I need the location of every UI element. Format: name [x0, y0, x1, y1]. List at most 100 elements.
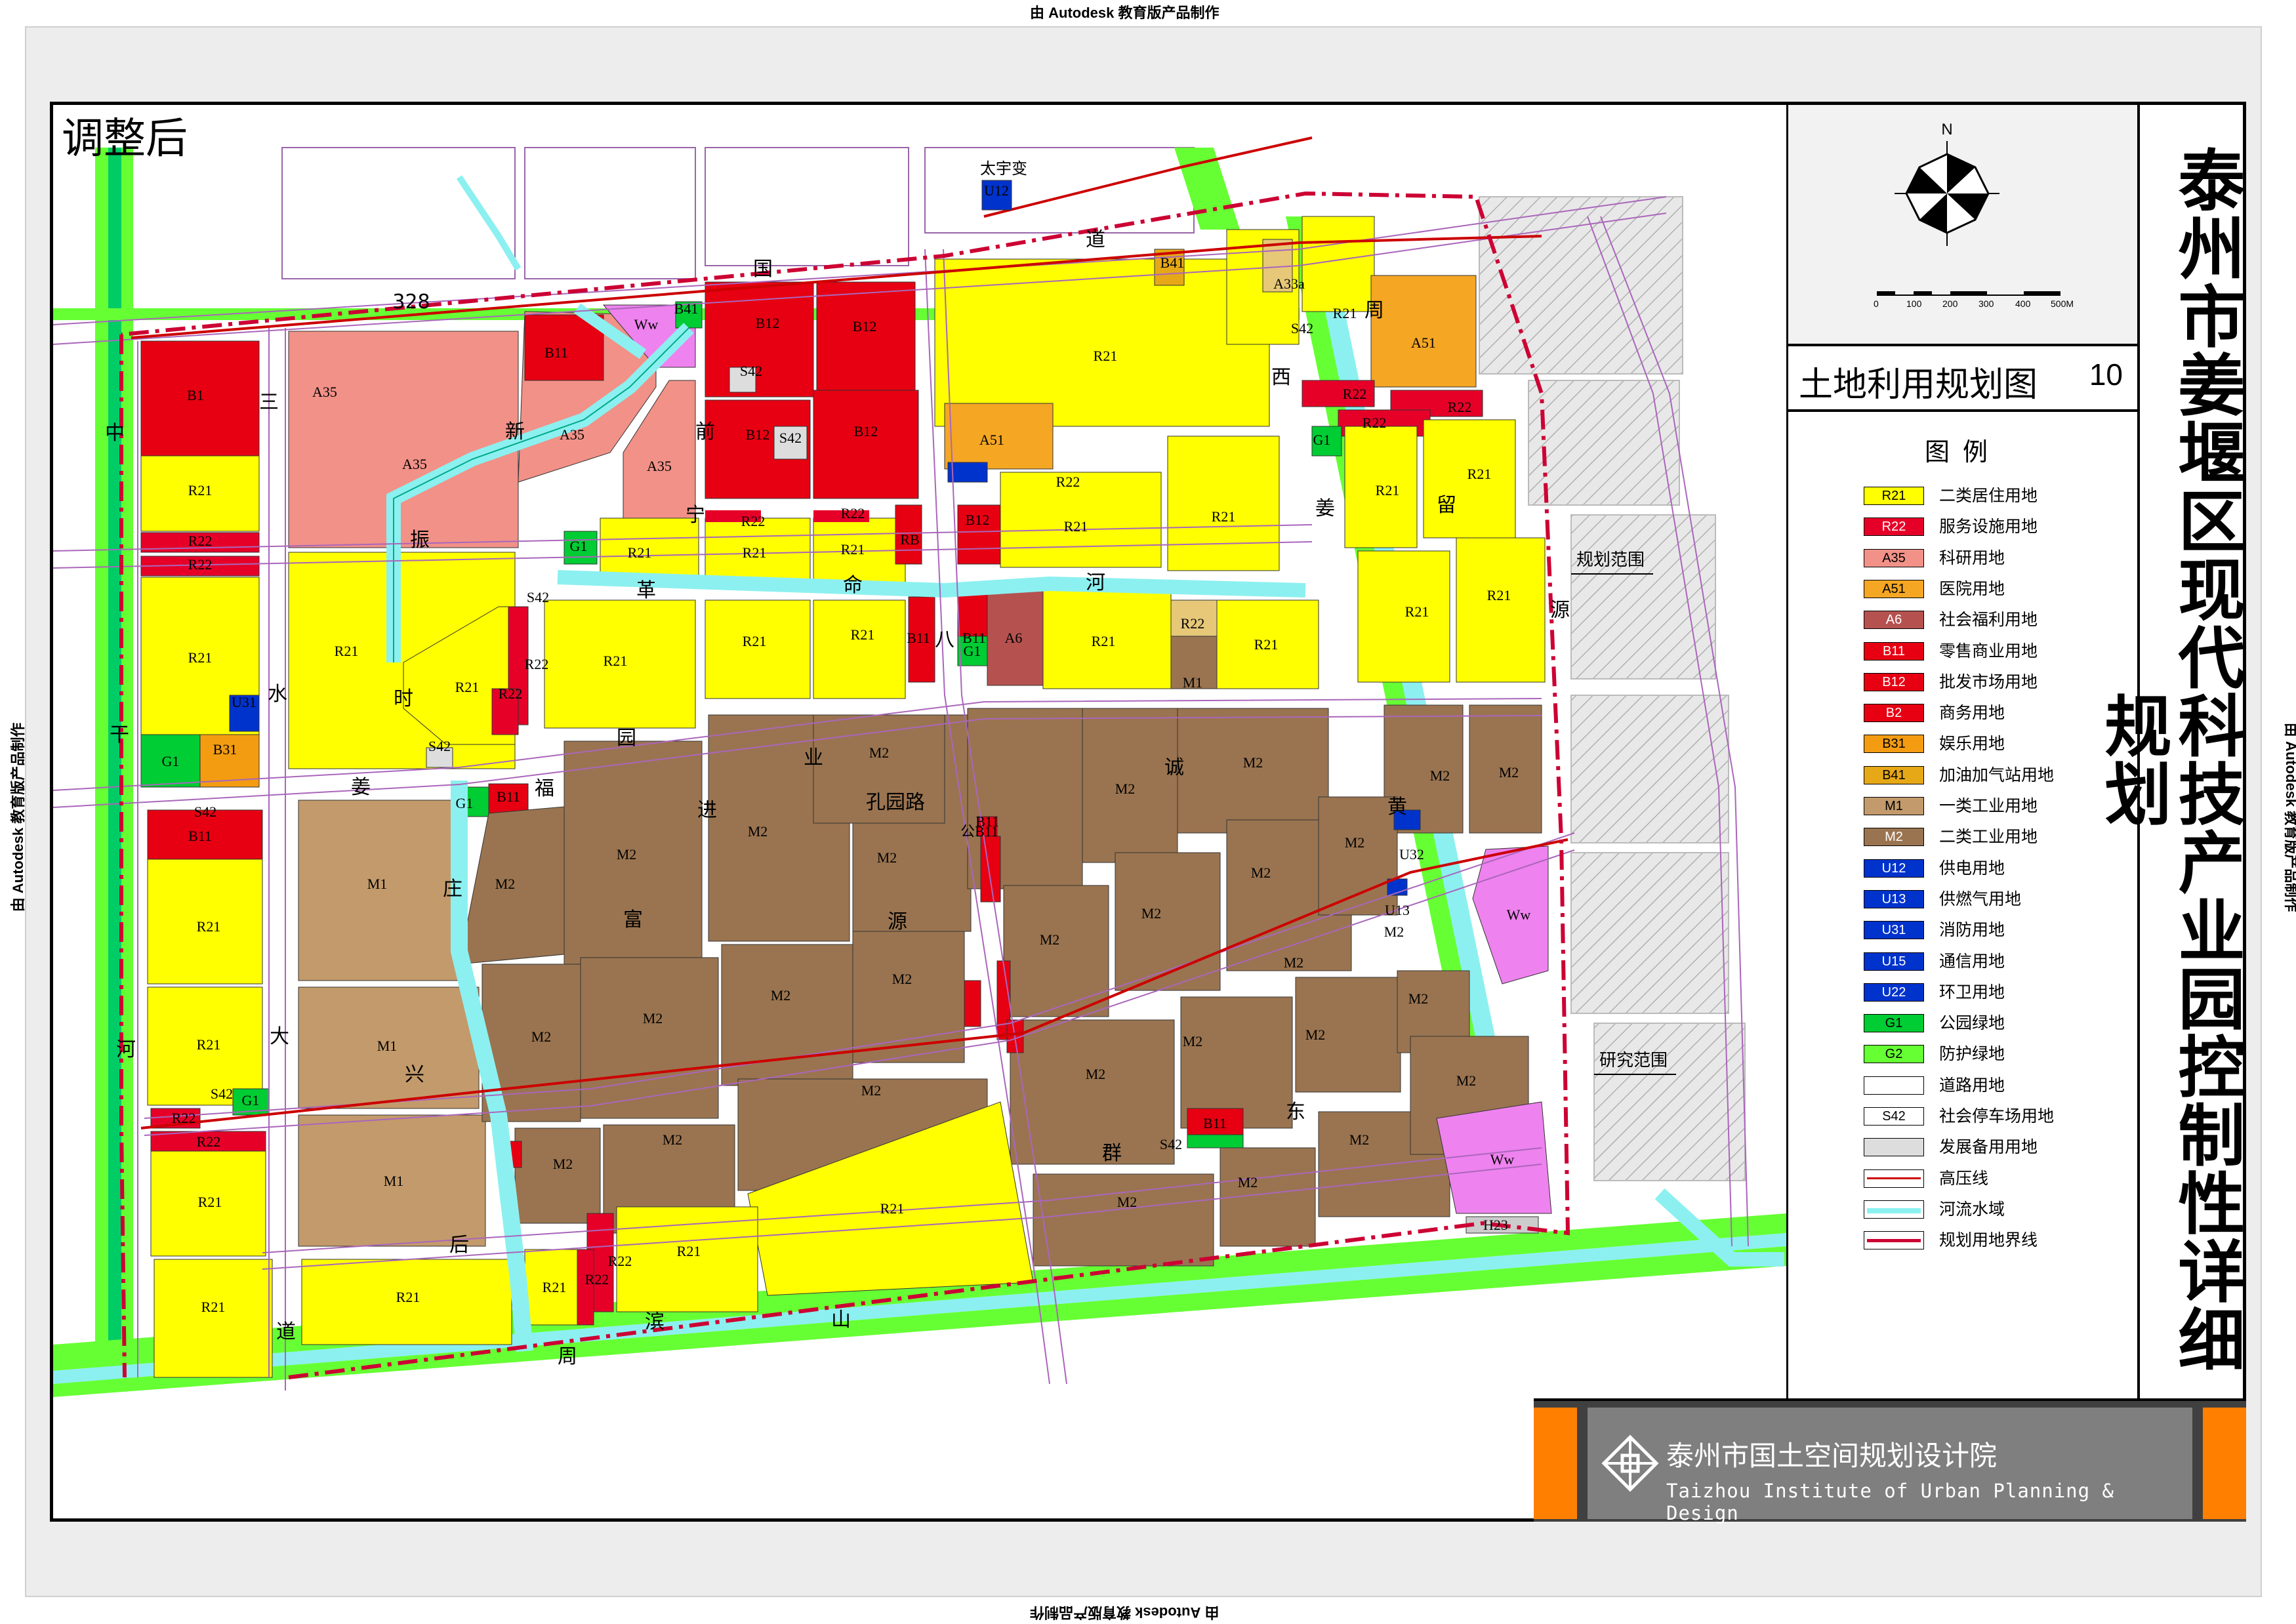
label-r21: R21 [880, 1200, 905, 1217]
legend-swatch: B2 [1864, 704, 1924, 723]
label-a35: A35 [647, 458, 672, 474]
label-m2: M2 [1117, 1194, 1138, 1210]
label-m2: M2 [771, 987, 791, 1004]
label-m2: M2 [531, 1028, 552, 1045]
legend-label: 公园绿地 [1939, 1013, 2005, 1033]
legend-item: U15 通信用地 [1864, 951, 2126, 972]
road-char: 姜 [351, 776, 371, 799]
label-r21: R21 [743, 544, 767, 561]
label-s42: S42 [1160, 1136, 1182, 1152]
label-b41: B41 [1160, 254, 1185, 271]
road-char: 振 [410, 529, 430, 552]
label-m2: M2 [1141, 905, 1162, 922]
legend-swatch: M2 [1864, 828, 1924, 847]
label-m2: M2 [1243, 754, 1263, 771]
road-char: 富 [623, 908, 643, 931]
label-m2: M2 [1251, 864, 1271, 881]
label-r21: R21 [1333, 305, 1357, 321]
label-m2: M2 [1284, 954, 1304, 971]
road-char: 群 [1102, 1142, 1122, 1165]
label-g1: G1 [964, 643, 981, 659]
scale-tick: 200 [1942, 298, 1958, 309]
label-r21: R21 [1487, 587, 1511, 603]
legend-label: 二类居住用地 [1939, 486, 2038, 505]
legend-label: 科研用地 [1939, 548, 2005, 567]
legend-swatch: S42 [1864, 1107, 1924, 1126]
adjusted-label: 调整后 [62, 115, 188, 163]
legend-swatch: R22 [1864, 518, 1924, 537]
watermark-top: 由 Autodesk 教育版产品制作 [1030, 5, 1220, 21]
label-m2: M2 [869, 744, 890, 761]
road-char: 源 [1550, 599, 1570, 622]
road-char: 道 [1086, 228, 1105, 251]
label-b12: B12 [966, 512, 990, 528]
road-char: 前 [695, 420, 715, 443]
label-r21: R21 [455, 679, 480, 695]
legend-label: 规划用地界线 [1939, 1230, 2038, 1250]
label-m2: M2 [861, 1082, 882, 1099]
legend-label: 道路用地 [1939, 1075, 2005, 1095]
legend-swatch: A51 [1864, 579, 1924, 598]
label-b1: B1 [187, 387, 204, 403]
label-r22: R22 [1181, 615, 1205, 632]
label-m2: M2 [1345, 834, 1365, 851]
legend-label: 零售商业用地 [1939, 641, 2038, 660]
institute-bar: 泰州市国土空间规划设计院 Taizhou Institute of Urban … [1534, 1398, 2246, 1524]
planning-range-label: 规划范围 [1576, 550, 1645, 570]
label-m2: M2 [617, 846, 637, 863]
legend-swatch: B41 [1864, 765, 1924, 784]
legend-item: B31 娱乐用地 [1864, 733, 2126, 754]
label-b12: B12 [746, 426, 770, 443]
label-r21: R21 [1094, 348, 1118, 364]
label-g1: G1 [162, 753, 180, 769]
road-char: 源 [888, 910, 907, 933]
legend-item: 发展备用用地 [1864, 1137, 2126, 1158]
label-s42: S42 [428, 738, 451, 754]
label-r21: R21 [1405, 603, 1429, 620]
legend-swatch: U22 [1864, 983, 1924, 1002]
label-r22: R22 [197, 1133, 221, 1150]
label-b11: B11 [907, 630, 930, 646]
watermark-right: 由 Autodesk 教育版产品制作 [2283, 723, 2296, 912]
legend-item: 规划用地界线 [1864, 1230, 2126, 1251]
label-r22: R22 [1056, 474, 1080, 490]
sheet-title: 土地利用规划图 [1799, 365, 2038, 405]
label-a35: A35 [402, 456, 427, 472]
institute-logo-icon [1601, 1434, 1659, 1492]
label-m2: M2 [1408, 990, 1429, 1007]
legend-item: B41 加油加气站用地 [1864, 765, 2126, 786]
label-r21: R21 [198, 1194, 222, 1210]
road-char: 新 [505, 420, 525, 443]
legend-label: 社会停车场用地 [1939, 1106, 2055, 1126]
label-m1: M1 [1183, 674, 1203, 691]
label-r22: R22 [172, 1110, 196, 1126]
legend-swatch: U31 [1864, 921, 1924, 940]
plan-title: 泰州市姜堰区现代科技产业园控制性详细规划 [2093, 146, 2245, 1373]
legend-label: 发展备用用地 [1939, 1137, 2038, 1157]
compass-box: N 0 100 200 300 400 500M [1788, 105, 2137, 346]
road-char: 福 [535, 777, 554, 800]
label-r22: R22 [188, 556, 213, 573]
label-r21: R21 [604, 653, 628, 669]
legend-swatch: B31 [1864, 735, 1924, 754]
label-a6: A6 [1005, 630, 1023, 646]
label-m1: M1 [377, 1038, 398, 1054]
label-r21: R21 [677, 1243, 701, 1259]
label-m2: M2 [1238, 1174, 1258, 1190]
label-m2: M2 [1430, 767, 1450, 784]
road-char: 业 [804, 746, 823, 769]
label-m2: M2 [1183, 1033, 1203, 1049]
road-char: 诚 [1164, 756, 1184, 779]
label-m2: M2 [495, 876, 516, 892]
legend-swatch: U15 [1864, 952, 1924, 971]
legend-label: 加油加气站用地 [1939, 765, 2055, 784]
label-r21: R21 [851, 626, 875, 643]
label-a35: A35 [560, 426, 584, 443]
road-char: 国 [753, 258, 773, 281]
label-s42: S42 [527, 589, 549, 605]
label-s42: S42 [740, 363, 762, 379]
label-r21: R21 [1212, 508, 1236, 525]
label-b11: B11 [544, 344, 568, 361]
legend-label: 服务设施用地 [1939, 517, 2038, 537]
label-r21: R21 [1376, 482, 1400, 498]
